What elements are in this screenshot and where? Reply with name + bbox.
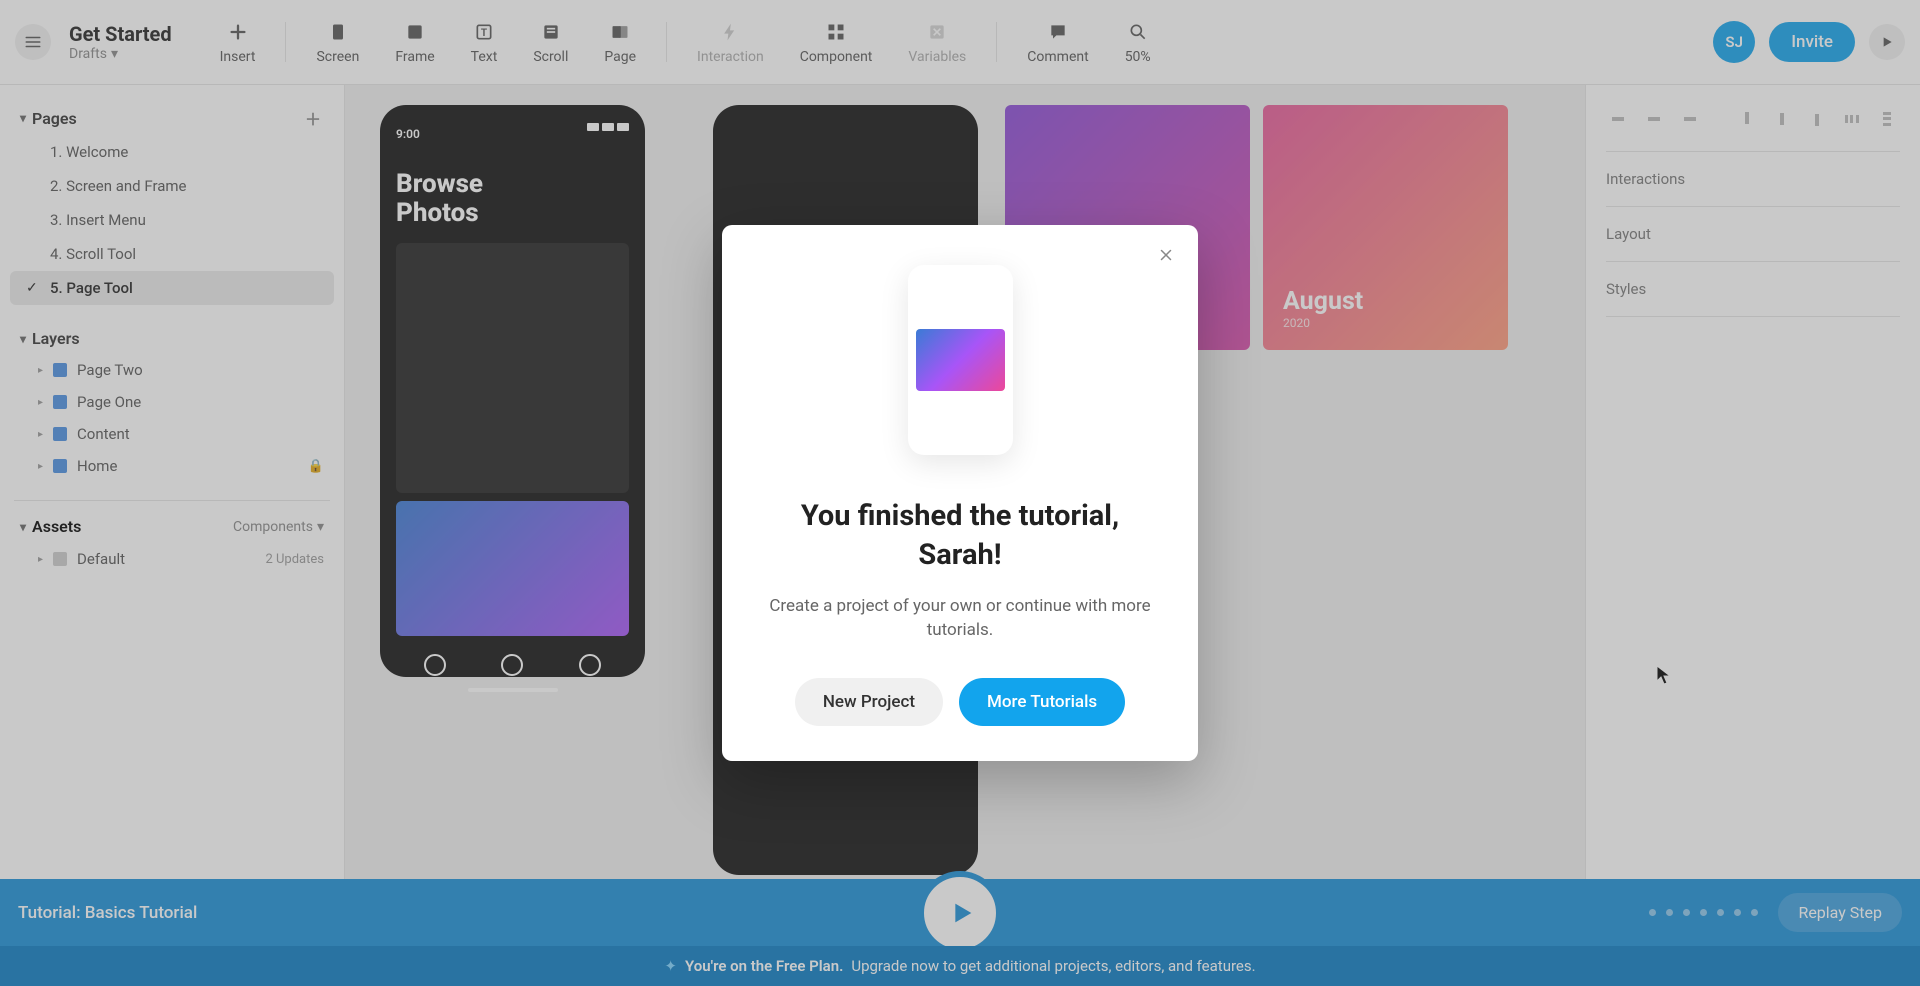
modal-heading: You finished the tutorial, Sarah!	[762, 497, 1158, 575]
modal-overlay[interactable]: You finished the tutorial, Sarah! Create…	[0, 0, 1920, 986]
new-project-button[interactable]: New Project	[795, 678, 943, 726]
tutorial-complete-modal: You finished the tutorial, Sarah! Create…	[722, 225, 1198, 761]
close-icon	[1157, 246, 1175, 264]
modal-buttons: New Project More Tutorials	[762, 678, 1158, 726]
close-button[interactable]	[1154, 243, 1178, 267]
modal-illustration	[908, 265, 1013, 455]
modal-body: Create a project of your own or continue…	[762, 594, 1158, 643]
more-tutorials-button[interactable]: More Tutorials	[959, 678, 1125, 726]
